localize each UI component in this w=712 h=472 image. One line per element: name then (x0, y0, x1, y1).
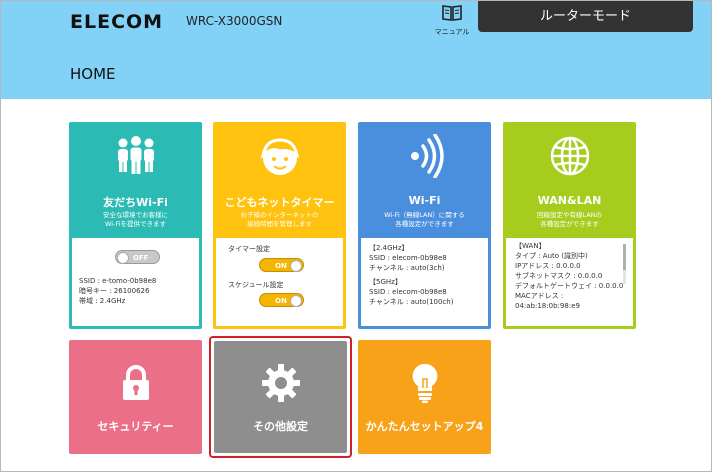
wan-lan-card[interactable]: WAN&LAN 回線設定や有線LANの 各種設定ができます 【WAN】 タイプ … (503, 122, 636, 329)
page-title: HOME (70, 65, 116, 83)
friends-wifi-toggle[interactable]: OFF (115, 250, 160, 264)
child-face-icon (260, 138, 299, 175)
kids-timer-panel: タイマー設定 ON スケジュール設定 ON (216, 238, 343, 326)
book-icon (442, 5, 462, 21)
wifi-panel: 【2.4GHz】 SSID : elecom-0b98e8 チャンネル : au… (361, 238, 488, 326)
schedule-toggle[interactable]: ON (259, 293, 304, 307)
security-card[interactable]: セキュリティー (69, 340, 202, 454)
wifi-card[interactable]: Wi-Fi Wi-Fi（無線LAN）に関する 各種設定ができます 【2.4GHz… (358, 122, 491, 329)
gear-icon (261, 364, 300, 402)
timer-setting-label: タイマー設定 (228, 245, 270, 253)
timer-toggle[interactable]: ON (259, 258, 304, 272)
manual-button[interactable]: マニュアル (432, 4, 472, 37)
card-title: こどもネットタイマー (224, 196, 335, 209)
elecom-logo: ELECOM (70, 11, 164, 33)
lock-icon (122, 365, 149, 400)
wan-info: 【WAN】 タイプ : Auto (識別中) IPアドレス : 0.0.0.0 … (515, 242, 624, 310)
card-description: Wi-Fi（無線LAN）に関する 各種設定ができます (384, 211, 465, 228)
friends-wifi-info: SSID : e-tomo-0b98e8 暗号キー : 26100626 帯域 … (79, 277, 157, 305)
friends-wifi-panel: OFF SSID : e-tomo-0b98e8 暗号キー : 26100626… (72, 238, 199, 326)
card-description: 回線設定や有線LANの 各種設定ができます (536, 211, 603, 228)
model-name: WRC-X3000GSN (186, 14, 283, 28)
lightbulb-icon (412, 363, 437, 403)
easy-setup-card[interactable]: かんたんセットアップ4 (358, 340, 491, 454)
card-description: お子様のインターネットの 接続時間を管理します (240, 211, 319, 228)
card-description: 安全な環境でお客様に Wi-Fiを提供できます (103, 211, 168, 228)
card-title: 友だちWi-Fi (103, 196, 168, 209)
manual-label: マニュアル (434, 28, 470, 36)
card-title: セキュリティー (97, 420, 174, 433)
card-title: かんたんセットアップ4 (365, 420, 484, 433)
wan-panel: 【WAN】 タイプ : Auto (識別中) IPアドレス : 0.0.0.0 … (506, 238, 633, 326)
other-settings-card[interactable]: その他設定 (214, 341, 347, 453)
router-mode-button[interactable]: ルーターモード (478, 1, 693, 32)
friends-wifi-card[interactable]: 友だちWi-Fi 安全な環境でお客様に Wi-Fiを提供できます OFF SSI… (69, 122, 202, 329)
wifi-info: 【2.4GHz】 SSID : elecom-0b98e8 チャンネル : au… (369, 244, 454, 306)
schedule-setting-label: スケジュール設定 (228, 281, 284, 289)
wan-scrollbar[interactable] (623, 244, 626, 284)
wifi-signal-icon (410, 133, 444, 179)
globe-icon (550, 136, 589, 176)
card-title: WAN&LAN (537, 194, 602, 207)
card-title: その他設定 (253, 420, 308, 433)
kids-timer-card[interactable]: こどもネットタイマー お子様のインターネットの 接続時間を管理します タイマー設… (213, 122, 346, 329)
card-title: Wi-Fi (408, 194, 441, 207)
people-icon (117, 136, 154, 174)
